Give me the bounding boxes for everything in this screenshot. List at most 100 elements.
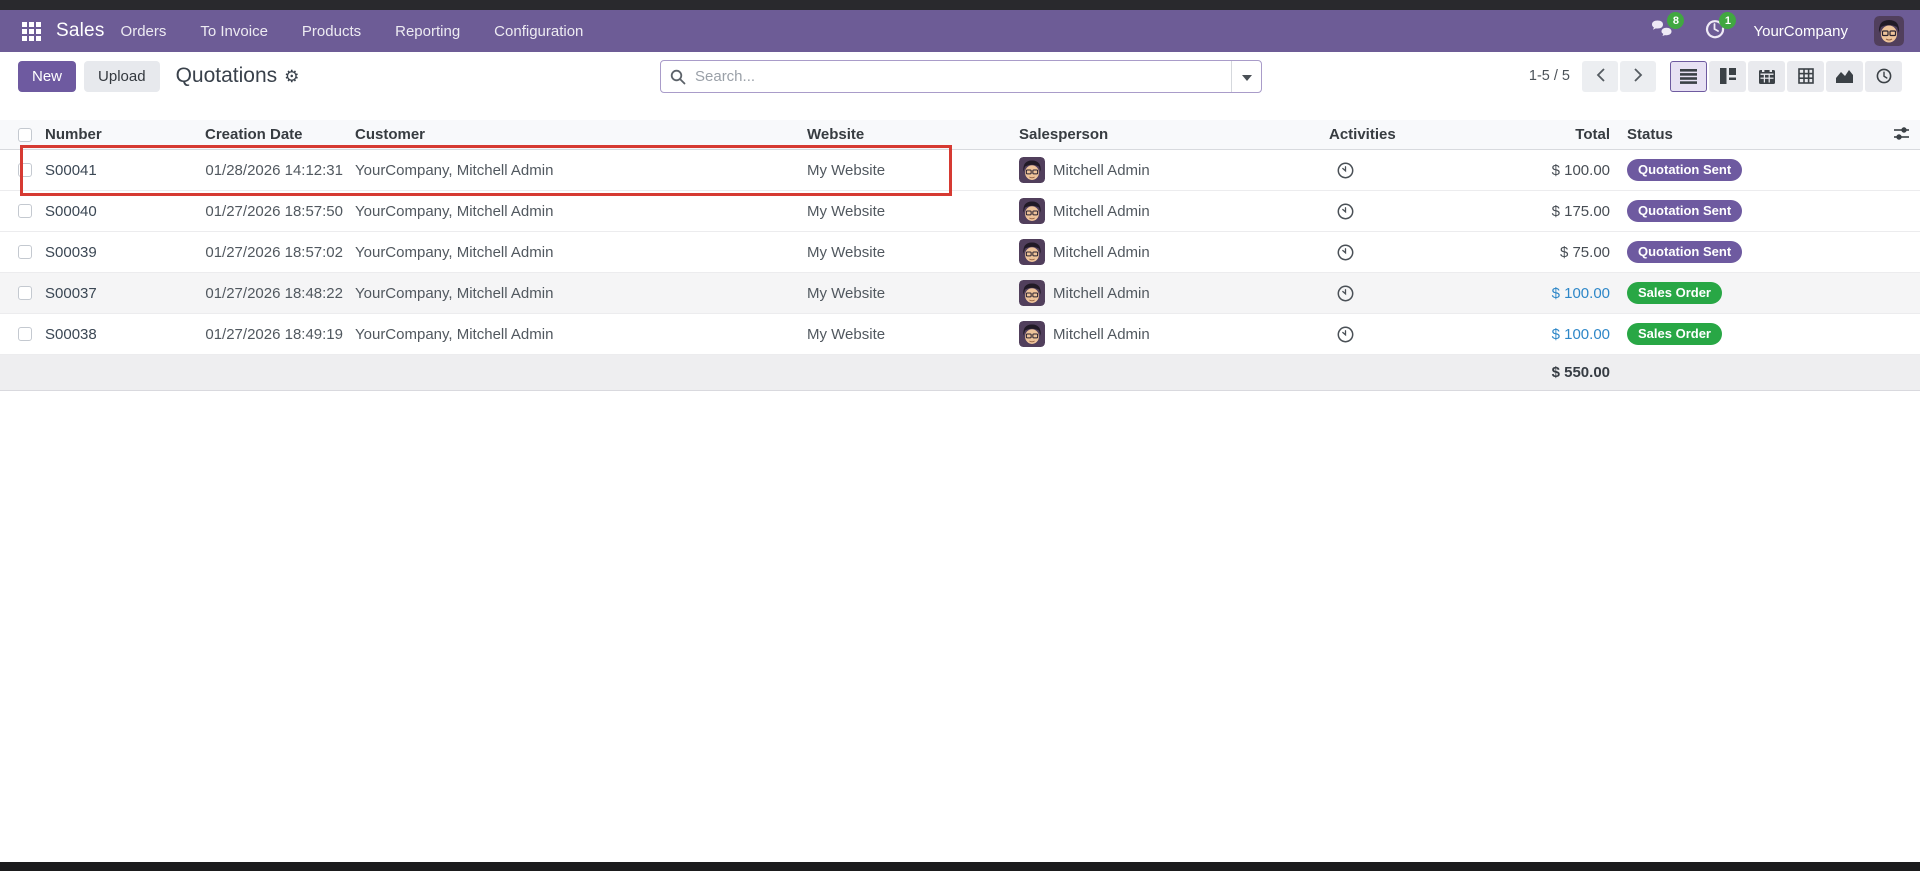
activity-clock-icon[interactable]: [1337, 162, 1354, 179]
status-badge: Quotation Sent: [1627, 241, 1742, 264]
table-row[interactable]: S00039 01/27/2026 18:57:02 YourCompany, …: [0, 232, 1920, 273]
kanban-view-icon: [1720, 68, 1736, 84]
cell-number: S00041: [45, 162, 205, 179]
view-pivot-button[interactable]: [1787, 61, 1824, 92]
salesperson-avatar: [1019, 280, 1045, 306]
table-body: S00041 01/28/2026 14:12:31 YourCompany, …: [0, 150, 1920, 355]
activity-clock-icon[interactable]: [1337, 203, 1354, 220]
view-calendar-button[interactable]: [1748, 61, 1785, 92]
header-activities[interactable]: Activities: [1329, 126, 1509, 143]
select-all-checkbox[interactable]: [18, 128, 32, 142]
graph-view-icon: [1836, 69, 1853, 83]
salesperson-avatar: [1019, 198, 1045, 224]
cell-salesperson: Mitchell Admin: [1053, 162, 1150, 179]
table-row[interactable]: S00041 01/28/2026 14:12:31 YourCompany, …: [0, 150, 1920, 191]
header-website[interactable]: Website: [807, 126, 1019, 143]
header-salesperson[interactable]: Salesperson: [1019, 126, 1329, 143]
gear-icon[interactable]: ⚙: [284, 68, 299, 85]
table-row[interactable]: S00040 01/27/2026 18:57:50 YourCompany, …: [0, 191, 1920, 232]
cell-customer: YourCompany, Mitchell Admin: [355, 285, 807, 302]
cell-salesperson: Mitchell Admin: [1053, 285, 1150, 302]
caret-down-icon: [1242, 68, 1252, 86]
nav-item-orders[interactable]: Orders: [119, 17, 169, 46]
row-checkbox[interactable]: [18, 204, 32, 218]
activity-clock-icon[interactable]: [1337, 244, 1354, 261]
view-kanban-button[interactable]: [1709, 61, 1746, 92]
cell-salesperson: Mitchell Admin: [1053, 244, 1150, 261]
user-avatar[interactable]: [1874, 16, 1904, 46]
nav-item-reporting[interactable]: Reporting: [393, 17, 462, 46]
search-bar: [660, 60, 1262, 93]
new-button[interactable]: New: [18, 61, 76, 92]
view-list-button[interactable]: [1670, 61, 1707, 92]
cell-creation-date: 01/27/2026 18:57:50: [205, 203, 355, 220]
view-graph-button[interactable]: [1826, 61, 1863, 92]
pager-range: 1-5 / 5: [1529, 68, 1570, 84]
page-title: Quotations: [176, 64, 278, 88]
nav-item-products[interactable]: Products: [300, 17, 363, 46]
activities-button[interactable]: 1: [1701, 18, 1727, 44]
cell-total: $ 100.00: [1509, 162, 1619, 179]
view-switcher: [1670, 61, 1902, 92]
salesperson-avatar: [1019, 157, 1045, 183]
table-header-row: Number Creation Date Customer Website Sa…: [0, 120, 1920, 150]
nav-item-configuration[interactable]: Configuration: [492, 17, 585, 46]
header-total[interactable]: Total: [1509, 126, 1619, 143]
pivot-view-icon: [1798, 68, 1814, 84]
row-checkbox[interactable]: [18, 245, 32, 259]
table-row[interactable]: S00037 01/27/2026 18:48:22 YourCompany, …: [0, 273, 1920, 314]
table-row[interactable]: S00038 01/27/2026 18:49:19 YourCompany, …: [0, 314, 1920, 355]
view-activity-button[interactable]: [1865, 61, 1902, 92]
company-switcher[interactable]: YourCompany: [1753, 23, 1848, 40]
messages-count-badge: 8: [1667, 12, 1684, 29]
chevron-right-icon: [1634, 68, 1643, 85]
cell-number: S00037: [45, 285, 205, 302]
status-badge: Quotation Sent: [1627, 200, 1742, 223]
header-number[interactable]: Number: [45, 126, 205, 143]
cell-creation-date: 01/27/2026 18:57:02: [205, 244, 355, 261]
search-dropdown-toggle[interactable]: [1231, 61, 1261, 92]
calendar-view-icon: [1759, 68, 1775, 84]
activity-clock-icon[interactable]: [1337, 326, 1354, 343]
cell-creation-date: 01/28/2026 14:12:31: [205, 162, 355, 179]
cell-customer: YourCompany, Mitchell Admin: [355, 326, 807, 343]
header-status[interactable]: Status: [1619, 126, 1920, 143]
pager-previous-button[interactable]: [1582, 61, 1618, 92]
search-icon: [661, 69, 695, 85]
activity-view-icon: [1876, 68, 1892, 84]
messages-button[interactable]: 8: [1649, 18, 1675, 44]
cell-salesperson: Mitchell Admin: [1053, 326, 1150, 343]
pager-next-button[interactable]: [1620, 61, 1656, 92]
cell-website: My Website: [807, 326, 1019, 343]
control-panel: New Upload Quotations ⚙ 1-5 / 5: [0, 52, 1920, 100]
cell-customer: YourCompany, Mitchell Admin: [355, 244, 807, 261]
row-checkbox[interactable]: [18, 163, 32, 177]
cell-website: My Website: [807, 162, 1019, 179]
header-customer[interactable]: Customer: [355, 126, 807, 143]
cell-total: $ 175.00: [1509, 203, 1619, 220]
cell-creation-date: 01/27/2026 18:48:22: [205, 285, 355, 302]
app-name[interactable]: Sales: [56, 20, 105, 42]
status-badge: Sales Order: [1627, 323, 1722, 346]
optional-columns-icon[interactable]: [1893, 126, 1910, 145]
quotations-list: Number Creation Date Customer Website Sa…: [0, 120, 1920, 391]
apps-grid-icon[interactable]: [16, 16, 46, 46]
status-badge: Sales Order: [1627, 282, 1722, 305]
cell-number: S00038: [45, 326, 205, 343]
activity-clock-icon[interactable]: [1337, 285, 1354, 302]
row-checkbox[interactable]: [18, 286, 32, 300]
cell-customer: YourCompany, Mitchell Admin: [355, 203, 807, 220]
salesperson-avatar: [1019, 239, 1045, 265]
nav-menu: Orders To Invoice Products Reporting Configu…: [119, 17, 586, 46]
header-creation-date[interactable]: Creation Date: [205, 126, 355, 143]
salesperson-avatar: [1019, 321, 1045, 347]
row-checkbox[interactable]: [18, 327, 32, 341]
cell-website: My Website: [807, 203, 1019, 220]
list-view-icon: [1680, 69, 1697, 84]
nav-item-to-invoice[interactable]: To Invoice: [198, 17, 270, 46]
activities-count-badge: 1: [1719, 12, 1736, 29]
search-input[interactable]: [695, 61, 1231, 92]
window-bottom-strip: [0, 862, 1920, 871]
upload-button[interactable]: Upload: [84, 61, 160, 92]
cell-salesperson: Mitchell Admin: [1053, 203, 1150, 220]
